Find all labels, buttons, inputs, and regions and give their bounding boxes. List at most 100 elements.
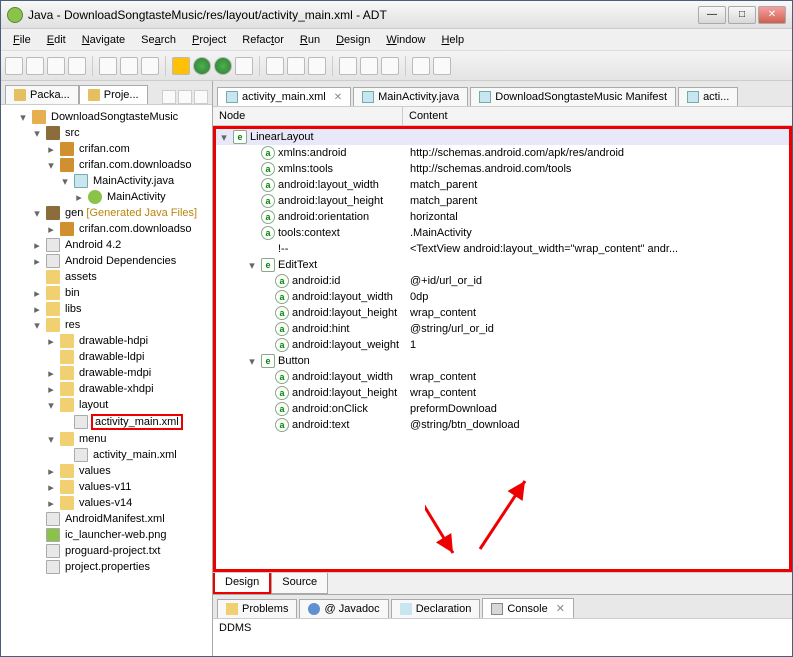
tree-folder-libs[interactable]: ▸libs (3, 301, 210, 317)
run-icon[interactable] (193, 57, 211, 75)
run-last-icon[interactable] (214, 57, 232, 75)
minimize-button[interactable]: — (698, 6, 726, 24)
expand-icon[interactable]: ▾ (45, 433, 57, 446)
tree-folder-values11[interactable]: ▸values-v11 (3, 479, 210, 495)
debug-icon[interactable] (172, 57, 190, 75)
menu-design[interactable]: Design (328, 32, 378, 48)
new-class-icon[interactable] (308, 57, 326, 75)
tab-project-explorer[interactable]: Proje... (79, 85, 148, 104)
sdk-manager-icon[interactable] (99, 57, 117, 75)
open-type-icon[interactable] (339, 57, 357, 75)
tree-file-proguard[interactable]: proguard-project.txt (3, 543, 210, 559)
xml-row[interactable]: ▾eEditText (216, 257, 789, 273)
tree-folder-values[interactable]: ▸values (3, 463, 210, 479)
menu-navigate[interactable]: Navigate (74, 32, 133, 48)
tree-folder-menu[interactable]: ▾menu (3, 431, 210, 447)
expand-icon[interactable]: ▾ (246, 355, 258, 368)
expand-icon[interactable]: ▸ (31, 255, 43, 268)
expand-icon[interactable]: ▸ (45, 143, 57, 156)
expand-icon[interactable]: ▾ (31, 127, 43, 140)
expand-icon[interactable]: ▾ (31, 207, 43, 220)
tree-folder-drawable[interactable]: drawable-ldpi (3, 349, 210, 365)
expand-icon[interactable]: ▸ (31, 287, 43, 300)
tree-folder-assets[interactable]: assets (3, 269, 210, 285)
external-tools-icon[interactable] (235, 57, 253, 75)
xml-row[interactable]: aandroid:layout_heightmatch_parent (216, 193, 789, 209)
lint-icon[interactable] (141, 57, 159, 75)
avd-manager-icon[interactable] (120, 57, 138, 75)
tree-project-root[interactable]: ▾DownloadSongtasteMusic (3, 109, 210, 125)
expand-icon[interactable]: ▾ (45, 159, 57, 172)
tab-package-explorer[interactable]: Packa... (5, 85, 79, 104)
tab-declaration[interactable]: Declaration (391, 599, 481, 618)
menu-refactor[interactable]: Refactor (234, 32, 292, 48)
expand-icon[interactable]: ▾ (17, 111, 29, 124)
xml-row[interactable]: ▾eButton (216, 353, 789, 369)
xml-row[interactable]: axmlns:androidhttp://schemas.android.com… (216, 145, 789, 161)
tree-file-launcher[interactable]: ic_launcher-web.png (3, 527, 210, 543)
save-icon[interactable] (26, 57, 44, 75)
tree-package[interactable]: ▾crifan.com.downloadso (3, 157, 210, 173)
print-icon[interactable] (68, 57, 86, 75)
editor-tab-manifest[interactable]: DownloadSongtasteMusic Manifest (470, 87, 676, 106)
design-tab[interactable]: Design (213, 573, 271, 594)
tree-java-file[interactable]: ▾MainActivity.java (3, 173, 210, 189)
expand-icon[interactable]: ▸ (45, 335, 57, 348)
project-tree[interactable]: ▾DownloadSongtasteMusic ▾src ▸crifan.com… (1, 105, 212, 656)
tree-folder-drawable[interactable]: ▸drawable-hdpi (3, 333, 210, 349)
tree-folder-bin[interactable]: ▸bin (3, 285, 210, 301)
maximize-button[interactable]: □ (728, 6, 756, 24)
xml-row[interactable]: aandroid:onClickpreformDownload (216, 401, 789, 417)
editor-tab-more[interactable]: acti... (678, 87, 738, 106)
expand-icon[interactable]: ▾ (45, 399, 57, 412)
tree-folder-drawable[interactable]: ▸drawable-mdpi (3, 365, 210, 381)
xml-row[interactable]: !--<TextView android:layout_width="wrap_… (216, 241, 789, 257)
xml-row[interactable]: aandroid:layout_weight1 (216, 337, 789, 353)
expand-icon[interactable]: ▸ (31, 303, 43, 316)
xml-row[interactable]: atools:context.MainActivity (216, 225, 789, 241)
tree-src[interactable]: ▾src (3, 125, 210, 141)
xml-row[interactable]: aandroid:layout_widthmatch_parent (216, 177, 789, 193)
expand-icon[interactable]: ▸ (45, 481, 57, 494)
tree-file-manifest[interactable]: AndroidManifest.xml (3, 511, 210, 527)
close-button[interactable]: ✕ (758, 6, 786, 24)
expand-icon[interactable]: ▸ (45, 497, 57, 510)
tree-file-menu-main[interactable]: activity_main.xml (3, 447, 210, 463)
tree-folder-res[interactable]: ▾res (3, 317, 210, 333)
tree-package[interactable]: ▸crifan.com.downloadso (3, 221, 210, 237)
tree-folder-values14[interactable]: ▸values-v14 (3, 495, 210, 511)
expand-icon[interactable]: ▾ (31, 319, 43, 332)
close-icon[interactable]: ✕ (556, 602, 565, 615)
xml-row[interactable]: aandroid:layout_heightwrap_content (216, 385, 789, 401)
menu-edit[interactable]: Edit (39, 32, 74, 48)
tree-file-projprops[interactable]: project.properties (3, 559, 210, 575)
save-all-icon[interactable] (47, 57, 65, 75)
forward-icon[interactable] (433, 57, 451, 75)
menu-run[interactable]: Run (292, 32, 328, 48)
expand-icon[interactable]: ▾ (59, 175, 71, 188)
new-project-icon[interactable] (266, 57, 284, 75)
expand-icon[interactable]: ▸ (45, 465, 57, 478)
link-editor-icon[interactable] (178, 90, 192, 104)
xml-row[interactable]: axmlns:toolshttp://schemas.android.com/t… (216, 161, 789, 177)
expand-icon[interactable]: ▸ (31, 239, 43, 252)
close-icon[interactable]: ✕ (334, 92, 342, 103)
expand-icon[interactable]: ▸ (73, 191, 85, 204)
new-icon[interactable] (5, 57, 23, 75)
menu-project[interactable]: Project (184, 32, 234, 48)
tab-javadoc[interactable]: @ Javadoc (299, 599, 388, 618)
tab-console[interactable]: Console✕ (482, 598, 574, 618)
xml-outline-table[interactable]: ▾eLinearLayoutaxmlns:androidhttp://schem… (213, 126, 792, 572)
collapse-all-icon[interactable] (162, 90, 176, 104)
expand-icon[interactable]: ▾ (218, 131, 230, 144)
menu-file[interactable]: File (5, 32, 39, 48)
new-package-icon[interactable] (287, 57, 305, 75)
tree-android-deps[interactable]: ▸Android Dependencies (3, 253, 210, 269)
menu-window[interactable]: Window (378, 32, 433, 48)
xml-row[interactable]: aandroid:layout_widthwrap_content (216, 369, 789, 385)
xml-row[interactable]: aandroid:layout_width0dp (216, 289, 789, 305)
xml-row[interactable]: aandroid:orientationhorizontal (216, 209, 789, 225)
tree-folder-drawable[interactable]: ▸drawable-xhdpi (3, 381, 210, 397)
tab-problems[interactable]: Problems (217, 599, 297, 618)
expand-icon[interactable]: ▾ (246, 259, 258, 272)
